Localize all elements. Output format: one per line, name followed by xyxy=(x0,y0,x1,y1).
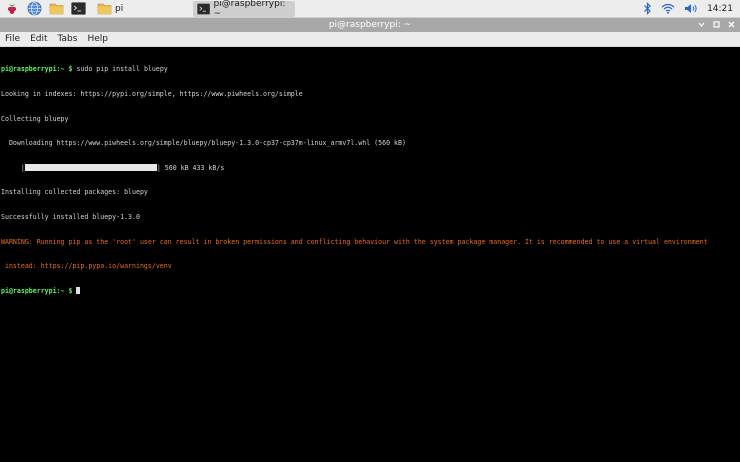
raspberry-icon xyxy=(8,3,16,14)
prompt-user: pi@raspberrypi xyxy=(1,286,57,295)
terminal-line: Successfully installed bluepy-1.3.0 xyxy=(1,212,140,221)
taskbar-files-label: pi xyxy=(115,3,124,14)
menu-file[interactable]: File xyxy=(5,34,20,44)
close-icon xyxy=(728,21,735,28)
terminal-line: Installing collected packages: bluepy xyxy=(1,188,148,197)
prompt-suffix: :~ $ xyxy=(56,65,73,74)
terminal-launcher[interactable] xyxy=(69,0,87,18)
prompt-user: pi@raspberrypi xyxy=(1,65,57,74)
text-cursor xyxy=(76,286,81,294)
terminal-icon xyxy=(70,2,86,15)
raspberry-menu-button[interactable] xyxy=(3,0,21,18)
terminal-line: Looking in indexes: https://pypi.org/sim… xyxy=(1,90,303,98)
terminal-window: pi@raspberrypi: ~ File Edit Tabs Help pi… xyxy=(0,18,740,462)
clock[interactable]: 14:21 xyxy=(707,4,733,14)
download-progress-bar xyxy=(24,163,157,171)
terminal-line: pi@raspberrypi:~ $ xyxy=(1,286,739,295)
wifi-icon[interactable] xyxy=(661,3,675,14)
close-button[interactable] xyxy=(727,19,736,30)
progress-prefix: | xyxy=(1,163,25,172)
terminal-line: pi@raspberrypi:~ $ sudo pip install blue… xyxy=(1,65,739,73)
terminal-output[interactable]: pi@raspberrypi:~ $ sudo pip install blue… xyxy=(0,48,740,462)
menu-bar: File Edit Tabs Help xyxy=(0,32,740,47)
terminal-icon xyxy=(197,2,211,15)
prompt-suffix: :~ $ xyxy=(56,286,73,295)
progress-suffix: | 560 kB 433 kB/s xyxy=(156,163,225,172)
maximize-icon xyxy=(713,21,720,28)
progress-line: | | 560 kB 433 kB/s xyxy=(1,163,739,172)
web-browser-launcher[interactable] xyxy=(25,0,43,18)
terminal-line: Downloading https://www.piwheels.org/sim… xyxy=(1,139,406,148)
maximize-button[interactable] xyxy=(712,19,721,30)
minimize-button[interactable] xyxy=(697,19,706,30)
taskbar-files-window[interactable]: pi xyxy=(93,1,127,17)
globe-icon xyxy=(27,1,41,16)
top-panel: pi pi@raspberrypi: ~ 14:21 xyxy=(0,0,740,19)
volume-icon[interactable] xyxy=(684,3,698,14)
warning-line: WARNING: Running pip as the 'root' user … xyxy=(1,237,708,246)
menu-edit[interactable]: Edit xyxy=(30,34,47,44)
command-text: sudo pip install bluepy xyxy=(76,65,168,74)
window-titlebar[interactable]: pi@raspberrypi: ~ xyxy=(0,18,740,32)
terminal-line: Collecting bluepy xyxy=(1,114,69,123)
bluetooth-icon[interactable] xyxy=(643,2,652,15)
taskbar-terminal-label: pi@raspberrypi: ~ xyxy=(213,0,286,19)
folder-icon xyxy=(49,3,63,15)
file-manager-launcher[interactable] xyxy=(47,0,65,18)
menu-tabs[interactable]: Tabs xyxy=(58,34,78,44)
menu-help[interactable]: Help xyxy=(87,34,108,44)
folder-icon xyxy=(97,3,112,15)
warning-line: instead: https://pip.pypa.io/warnings/ve… xyxy=(1,262,172,271)
window-title: pi@raspberrypi: ~ xyxy=(328,20,412,30)
taskbar-terminal-window[interactable]: pi@raspberrypi: ~ xyxy=(193,0,296,19)
minimize-icon xyxy=(698,22,705,27)
